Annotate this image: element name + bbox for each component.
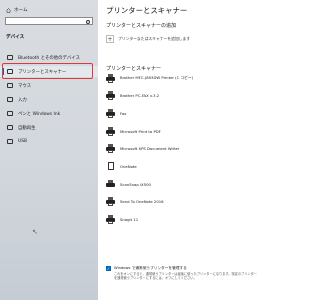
printer-name: Fax: [120, 110, 127, 116]
printer-item[interactable]: Snagit 11: [106, 212, 138, 226]
main-content: プリンターとスキャナー プリンターとスキャナーの追加 + プリンターまたはスキャ…: [98, 0, 262, 300]
printer-icon: [106, 126, 115, 136]
printer-icon: [106, 73, 115, 83]
printer-name: Microsoft Print to PDF: [120, 128, 161, 134]
printer-item[interactable]: Microsoft XPS Document Writer: [106, 141, 179, 155]
printer-name: Brother MFC-J893DW Printer (1 コピー): [120, 75, 194, 80]
printer-name: Send To OneNote 2016: [120, 198, 164, 204]
sidebar-item-pen[interactable]: ペンと Windows Ink: [0, 108, 98, 119]
add-printer-label: プリンターまたはスキャナーを追加します: [118, 36, 191, 41]
add-section-title: プリンターとスキャナーの追加: [106, 23, 177, 29]
sidebar-item-usb[interactable]: USB: [0, 136, 98, 147]
sidebar-item-typing[interactable]: 入力: [0, 94, 98, 105]
page-title: プリンターとスキャナー: [106, 6, 188, 15]
printer-name: Brother PC-FAX v.3.2: [120, 92, 160, 98]
default-printer-note: これをオンにすると、通常使うプリンターは最後に使ったプリンターになります。特定の…: [114, 272, 257, 280]
printer-name: OneNote: [120, 163, 137, 169]
printer-item[interactable]: Microsoft Print to PDF: [106, 124, 161, 138]
home-link[interactable]: ホーム: [6, 7, 28, 13]
printer-icon: [106, 143, 115, 153]
fax-icon: [106, 108, 115, 118]
sidebar-item-label: 入力: [18, 97, 27, 103]
printer-icon: [106, 196, 115, 206]
home-icon: [6, 7, 11, 13]
printer-item[interactable]: Send To OneNote 2016: [106, 194, 164, 208]
printer-name: ScanSnap iX500: [120, 181, 151, 187]
home-label: ホーム: [14, 8, 28, 13]
search-icon: [86, 19, 90, 24]
default-printer-label: Windows で通常使うプリンターを管理する: [114, 266, 187, 270]
settings-search-input[interactable]: [5, 17, 93, 25]
sidebar-item-mouse[interactable]: マウス: [0, 80, 98, 91]
printer-icon: [106, 90, 115, 100]
printer-icon: [106, 214, 115, 224]
settings-sidebar: ホーム デバイス Bluetooth とその他のデバイス プリンターとスキャナー…: [0, 0, 98, 300]
keyboard-icon: [7, 97, 13, 102]
bluetooth-icon: [7, 55, 13, 60]
autoplay-icon: [7, 125, 13, 130]
sidebar-item-label: ペンと Windows Ink: [18, 111, 61, 117]
default-printer-checkbox[interactable]: ✓: [106, 266, 111, 271]
usb-icon: [7, 139, 13, 144]
pen-icon: [7, 111, 13, 116]
sidebar-section-title: デバイス: [6, 35, 25, 40]
sidebar-item-label: Bluetooth とその他のデバイス: [18, 55, 80, 61]
sidebar-item-autoplay[interactable]: 自動再生: [0, 122, 98, 133]
printer-name: Microsoft XPS Document Writer: [120, 145, 180, 151]
printer-item[interactable]: ScanSnap iX500: [106, 177, 151, 191]
add-printer-button[interactable]: + プリンターまたはスキャナーを追加します: [106, 35, 190, 43]
sidebar-item-label: マウス: [18, 83, 32, 89]
mouse-cursor-icon: ↖: [32, 228, 38, 236]
printer-item[interactable]: Brother MFC-J893DW Printer (1 コピー): [106, 71, 193, 85]
sidebar-item-label: USB: [18, 139, 28, 144]
sidebar-item-label: 自動再生: [18, 125, 36, 131]
printer-item[interactable]: Fax: [106, 106, 126, 120]
document-icon: [106, 161, 115, 171]
plus-icon: +: [106, 35, 114, 43]
scanner-icon: [106, 179, 115, 189]
printer-item[interactable]: OneNote: [106, 159, 137, 173]
printer-item[interactable]: Brother PC-FAX v.3.2: [106, 88, 159, 102]
highlight-box: [2, 63, 93, 79]
mouse-icon: [7, 83, 13, 88]
printer-name: Snagit 11: [120, 216, 139, 222]
sidebar-item-bluetooth[interactable]: Bluetooth とその他のデバイス: [0, 52, 98, 63]
